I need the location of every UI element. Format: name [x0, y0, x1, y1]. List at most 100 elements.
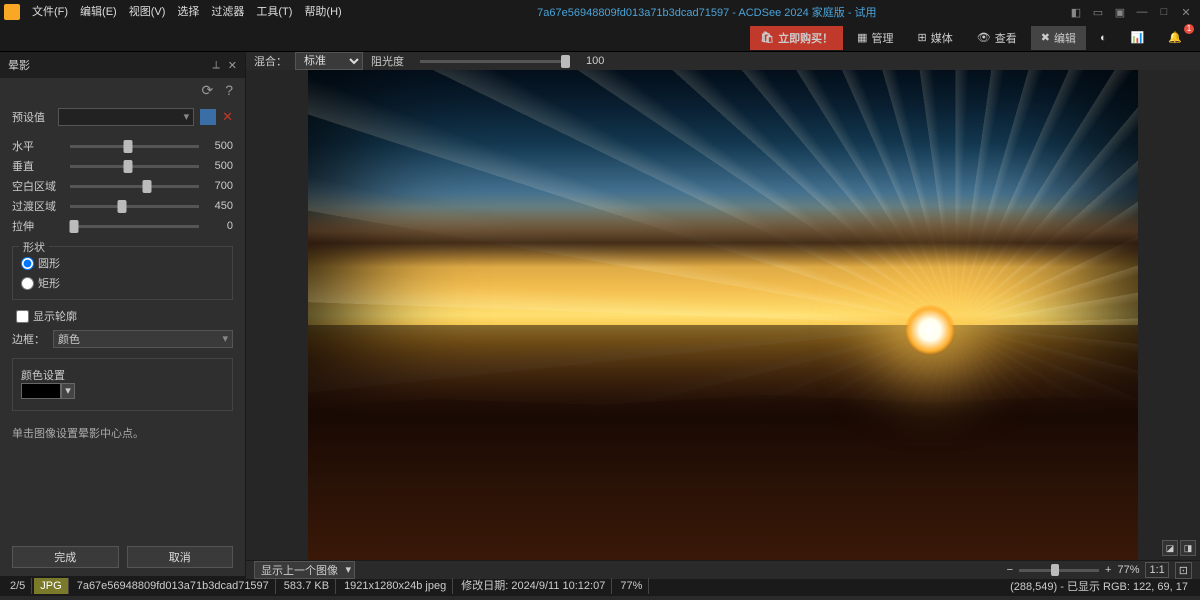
color-swatch[interactable] — [21, 383, 61, 399]
slider-track[interactable] — [70, 225, 199, 228]
border-combo[interactable]: 颜色 — [53, 330, 233, 348]
canvas-tool-1[interactable]: ◪ — [1162, 540, 1178, 556]
menu-edit[interactable]: 编辑(E) — [74, 0, 123, 24]
preset-row: 预设值 ✕ — [0, 102, 245, 132]
checkbox-input[interactable] — [16, 310, 29, 323]
status-zoom: 77% — [614, 578, 649, 594]
slider-thumb[interactable] — [69, 220, 78, 233]
panel-header: 晕影 ⟂ ✕ — [0, 52, 245, 78]
zoom-controls: − + 77% 1:1 ⊡ — [1007, 562, 1192, 579]
slider-track[interactable] — [70, 185, 199, 188]
slider-value: 500 — [205, 140, 233, 152]
panel-title: 晕影 — [8, 57, 30, 73]
tool-icon-1[interactable]: ◐ — [1090, 26, 1117, 50]
minimize-button[interactable]: — — [1132, 4, 1152, 20]
close-button[interactable]: ✕ — [1176, 4, 1196, 20]
zoom-slider[interactable] — [1019, 569, 1099, 572]
slider-value: 500 — [205, 160, 233, 172]
shape-circle-radio[interactable]: 圆形 — [21, 253, 224, 273]
mode-view[interactable]: 👁 查看 — [967, 26, 1027, 50]
image-canvas[interactable]: ◪ ◨ — [246, 70, 1200, 560]
menu-select[interactable]: 选择 — [171, 0, 205, 24]
opacity-slider[interactable] — [420, 60, 570, 63]
menu-help[interactable]: 帮助(H) — [298, 0, 347, 24]
mode-manage[interactable]: ▦ 管理 — [847, 26, 903, 50]
menu-tools[interactable]: 工具(T) — [250, 0, 298, 24]
window-icon-1[interactable]: ◧ — [1066, 4, 1086, 20]
slider-transition: 过渡区域 450 — [12, 196, 233, 216]
shape-legend: 形状 — [19, 239, 49, 255]
slider-stretch: 拉伸 0 — [12, 216, 233, 236]
buy-now-button[interactable]: 🛍 立即购买！ — [750, 26, 843, 50]
blend-bar: 混合： 标准 阻光度 100 — [246, 52, 1200, 70]
status-cursor: (288,549) - 已显示 RGB: 122, 69, 17 — [1002, 578, 1196, 594]
slider-track[interactable] — [70, 205, 199, 208]
status-index: 2/5 — [4, 578, 32, 594]
slider-clear-zone: 空白区域 700 — [12, 176, 233, 196]
panel-close-icon[interactable]: ✕ — [228, 59, 237, 72]
maximize-button[interactable]: □ — [1154, 4, 1174, 20]
slider-thumb[interactable] — [143, 180, 152, 193]
zoom-in-icon[interactable]: + — [1105, 564, 1111, 576]
menu-view[interactable]: 视图(V) — [123, 0, 172, 24]
pin-icon[interactable]: ⟂ — [212, 59, 219, 72]
tool-icon-2[interactable]: 📊 — [1121, 26, 1155, 50]
menu-filter[interactable]: 过滤器 — [205, 0, 250, 24]
notifications-icon[interactable]: 🔔 — [1158, 26, 1192, 50]
menu-file[interactable]: 文件(F) — [26, 0, 74, 24]
app-logo-icon — [4, 4, 20, 20]
status-filename: 7a67e56948809fd013a71b3dcad71597 — [71, 578, 276, 594]
opacity-value: 100 — [586, 55, 604, 67]
done-button[interactable]: 完成 — [12, 546, 119, 568]
radio-input[interactable] — [21, 277, 34, 290]
slider-thumb[interactable] — [117, 200, 126, 213]
preset-label: 预设值 — [12, 109, 52, 125]
radio-label: 矩形 — [38, 275, 60, 291]
slider-track[interactable] — [70, 165, 199, 168]
delete-preset-icon[interactable]: ✕ — [222, 109, 233, 125]
color-legend: 颜色设置 — [21, 367, 224, 383]
opacity-label: 阻光度 — [371, 53, 404, 69]
zoom-actual-icon[interactable]: ⊡ — [1175, 562, 1192, 579]
mode-media[interactable]: ⊞ 媒体 — [908, 26, 963, 50]
preview-image[interactable] — [308, 70, 1138, 560]
zoom-fit-icon[interactable]: 1:1 — [1145, 562, 1168, 578]
slider-value: 0 — [205, 220, 233, 232]
window-icon-2[interactable]: ▭ — [1088, 4, 1108, 20]
mode-edit[interactable]: ✖ 编辑 — [1031, 26, 1086, 50]
media-label: 媒体 — [931, 30, 953, 46]
status-filesize: 583.7 KB — [278, 578, 336, 594]
help-icon[interactable]: ? — [225, 82, 233, 98]
blend-label: 混合： — [254, 53, 287, 69]
status-format: JPG — [34, 578, 68, 594]
view-label: 查看 — [995, 30, 1017, 46]
slider-thumb[interactable] — [124, 160, 133, 173]
slider-label: 水平 — [12, 138, 64, 154]
radio-input[interactable] — [21, 257, 34, 270]
checkbox-label: 显示轮廓 — [33, 308, 77, 324]
manage-label: 管理 — [872, 30, 894, 46]
titlebar: 文件(F) 编辑(E) 视图(V) 选择 过滤器 工具(T) 帮助(H) 7a6… — [0, 0, 1200, 24]
slider-label: 过渡区域 — [12, 198, 64, 214]
prev-image-combo[interactable]: 显示上一个图像 — [254, 561, 355, 579]
cancel-button[interactable]: 取消 — [127, 546, 234, 568]
shape-rect-radio[interactable]: 矩形 — [21, 273, 224, 293]
border-label: 边框： — [12, 331, 45, 347]
tools-icon: ✖ — [1041, 31, 1050, 44]
canvas-tool-2[interactable]: ◨ — [1180, 540, 1196, 556]
slider-track[interactable] — [70, 145, 199, 148]
save-preset-icon[interactable] — [200, 109, 216, 125]
zoom-percent: 77% — [1117, 564, 1139, 576]
zoom-thumb[interactable] — [1051, 564, 1059, 576]
zoom-out-icon[interactable]: − — [1007, 564, 1013, 576]
refresh-icon[interactable]: ⟳ — [201, 82, 213, 99]
blend-mode-select[interactable]: 标准 — [295, 52, 363, 70]
show-outline-checkbox[interactable]: 显示轮廓 — [0, 306, 245, 326]
slider-thumb[interactable] — [124, 140, 133, 153]
slider-vertical: 垂直 500 — [12, 156, 233, 176]
color-dropdown-icon[interactable]: ▾ — [61, 383, 75, 399]
preset-combo[interactable] — [58, 108, 194, 126]
window-icon-3[interactable]: ▣ — [1110, 4, 1130, 20]
opacity-thumb[interactable] — [561, 55, 570, 68]
slider-label: 拉伸 — [12, 218, 64, 234]
